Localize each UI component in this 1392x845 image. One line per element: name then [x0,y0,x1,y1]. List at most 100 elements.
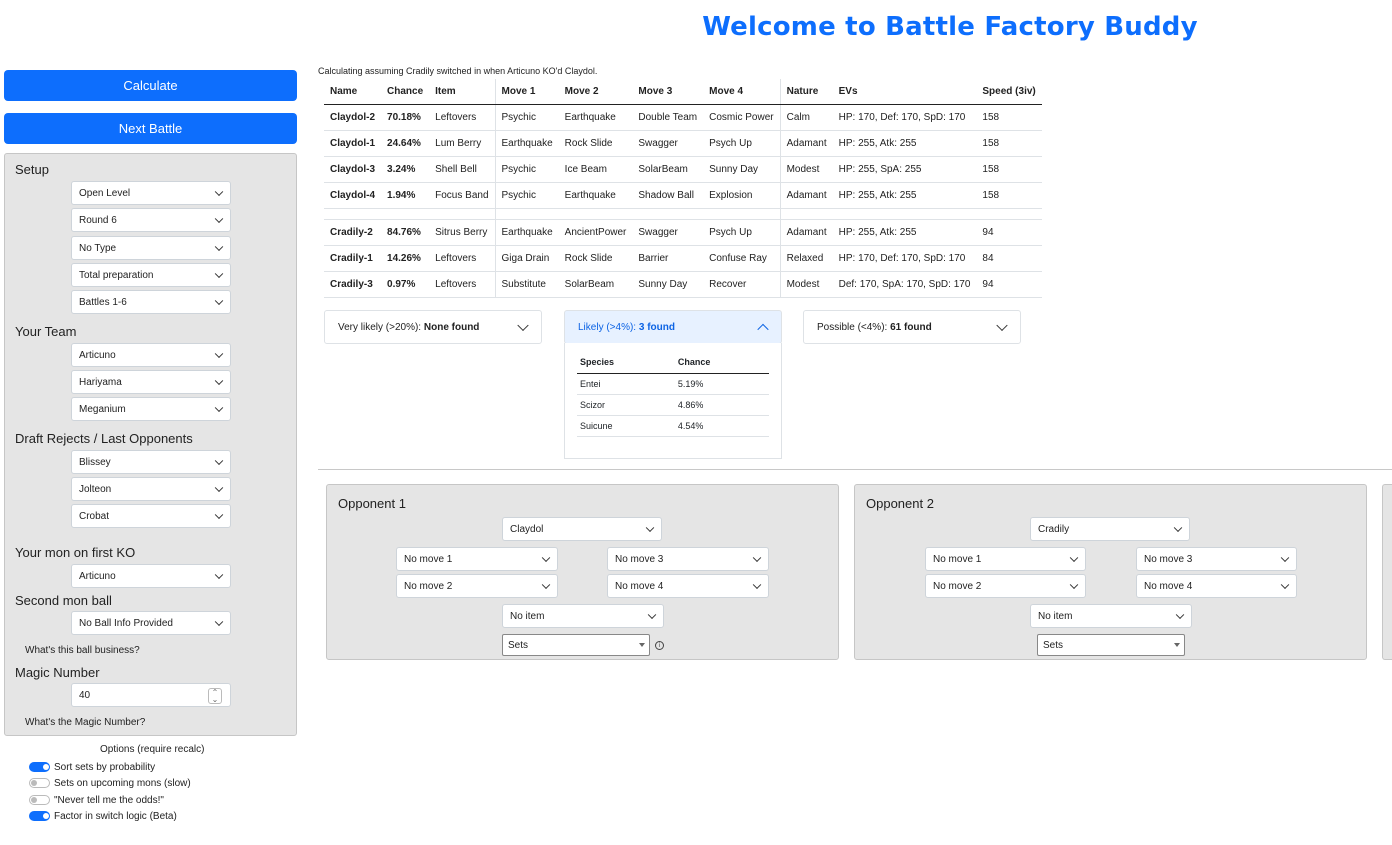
table-cell: Modest [779,271,833,298]
round-select[interactable]: Round 6 [71,208,231,232]
chevron-down-icon [214,242,224,252]
opponent-2-move2-select[interactable]: No move 2 [925,574,1086,598]
move-value: No move 2 [933,580,982,592]
table-cell: Def: 170, SpA: 170, SpD: 170 [832,271,977,298]
second-ball-heading: Second mon ball [15,593,112,608]
toggle-switch[interactable] [29,762,50,772]
table-row: Suicune 4.54% [577,415,769,437]
table-cell: HP: 255, Atk: 255 [832,130,977,157]
column-header: Name [324,79,382,105]
opponent-1-move3-select[interactable]: No move 3 [607,547,769,571]
opponent-1-move1-select[interactable]: No move 1 [396,547,558,571]
calculation-note: Calculating assuming Cradily switched in… [318,66,598,76]
table-cell: Psych Up [703,219,781,246]
species-value: Claydol [510,523,544,535]
preparation-select[interactable]: Total preparation [71,263,231,287]
table-cell: Leftovers [429,245,496,272]
accordion-label: Likely (>4%): [578,321,637,333]
table-cell: HP: 170, Def: 170, SpD: 170 [832,104,977,131]
table-cell: SolarBeam [632,156,704,183]
table-cell: 94 [976,271,1042,298]
chevron-down-icon [214,349,224,359]
item-value: No item [510,610,545,622]
chance-cell: 4.86% [674,394,769,416]
team-member-value: Hariyama [79,376,122,388]
very-likely-accordion[interactable]: Very likely (>20%): None found [324,310,542,344]
table-cell: Swagger [632,130,704,157]
ball-help-link[interactable]: What's this ball business? [25,645,140,656]
spacer-cell [558,208,633,220]
opponent-3-panel-edge [1382,484,1392,660]
first-ko-heading: Your mon on first KO [15,545,136,560]
spinner-icon[interactable]: ⌃ ⌄ [208,688,222,704]
spacer-cell [381,208,430,220]
calculate-button[interactable]: Calculate [4,70,297,101]
opponent-1-move4-select[interactable]: No move 4 [607,574,769,598]
opponent-2-move1-select[interactable]: No move 1 [925,547,1086,571]
table-row: Cradily-1 14.26% Leftovers Giga Drain Rock S… [324,245,1042,272]
type-select[interactable]: No Type [71,236,231,260]
option-upcoming-sets[interactable]: Sets on upcoming mons (slow) [29,777,191,789]
opponent-2-species-select[interactable]: Cradily [1030,517,1190,541]
species-cell: Suicune [577,415,675,437]
table-row: Claydol-3 3.24% Shell Bell Psychic Ice Beam S… [324,156,1042,183]
table-cell: HP: 255, Atk: 255 [832,182,977,209]
table-header-row: Name Chance Item Move 1 Move 2 Move 3 Mo… [324,79,1042,105]
opponent-2-sets-select[interactable]: Sets [1037,634,1185,656]
opponent-1-species-select[interactable]: Claydol [502,517,662,541]
reject-2-select[interactable]: Jolteon [71,477,231,501]
team-member-3-select[interactable]: Meganium [71,397,231,421]
reject-3-select[interactable]: Crobat [71,504,231,528]
likely-species-table: Species Chance Entei 5.19% Scizor 4.86% Su… [577,352,769,437]
opponent-2-item-select[interactable]: No item [1030,604,1192,628]
reject-1-select[interactable]: Blissey [71,450,231,474]
chevron-down-icon [1280,580,1290,590]
spacer-cell [632,208,704,220]
opponent-2-move4-select[interactable]: No move 4 [1136,574,1297,598]
toggle-switch[interactable] [29,778,50,788]
chevron-down-icon [541,580,551,590]
sets-value: Sets [508,639,529,651]
chance-cell: 5.19% [674,373,769,395]
level-select[interactable]: Open Level [71,181,231,205]
magic-number-help-link[interactable]: What's the Magic Number? [25,717,145,728]
opponent-1-item-select[interactable]: No item [502,604,664,628]
chevron-down-icon [214,214,224,224]
likely-accordion[interactable]: Likely (>4%): 3 found [564,310,782,344]
table-cell: Giga Drain [494,245,559,272]
team-member-2-select[interactable]: Hariyama [71,370,231,394]
option-sort-sets[interactable]: Sort sets by probability [29,761,155,773]
option-switch-logic[interactable]: Factor in switch logic (Beta) [29,810,177,822]
chevron-down-icon [645,523,655,533]
chevron-up-icon [757,323,769,336]
likely-accordion-body: Species Chance Entei 5.19% Scizor 4.86% Su… [564,343,782,459]
toggle-switch[interactable] [29,795,50,805]
first-ko-select[interactable]: Articuno [71,564,231,588]
option-never-odds[interactable]: "Never tell me the odds!" [29,794,164,806]
possible-accordion[interactable]: Possible (<4%): 61 found [803,310,1021,344]
magic-number-heading: Magic Number [15,665,100,680]
opponent-1-sets-select[interactable]: Sets [502,634,650,656]
table-cell: 158 [976,182,1042,209]
option-label: "Never tell me the odds!" [54,794,164,806]
chevron-down-icon [214,376,224,386]
move-value: No move 4 [615,580,664,592]
table-cell: Psych Up [703,130,781,157]
team-member-value: Meganium [79,403,126,415]
toggle-switch[interactable] [29,811,50,821]
battles-select[interactable]: Battles 1-6 [71,290,231,314]
move-value: No move 2 [404,580,453,592]
next-battle-button[interactable]: Next Battle [4,113,297,144]
team-member-1-select[interactable]: Articuno [71,343,231,367]
opponent-2-move3-select[interactable]: No move 3 [1136,547,1297,571]
table-row: Scizor 4.86% [577,394,769,416]
reject-value: Crobat [79,510,110,522]
second-ball-select[interactable]: No Ball Info Provided [71,611,231,635]
table-cell: Explosion [703,182,781,209]
column-header: Move 1 [494,79,559,105]
opponent-2-title: Opponent 2 [866,496,934,511]
magic-number-input[interactable]: 40 ⌃ ⌄ [71,683,231,707]
info-icon[interactable]: i [655,641,664,650]
table-cell: Ice Beam [558,156,633,183]
opponent-1-move2-select[interactable]: No move 2 [396,574,558,598]
